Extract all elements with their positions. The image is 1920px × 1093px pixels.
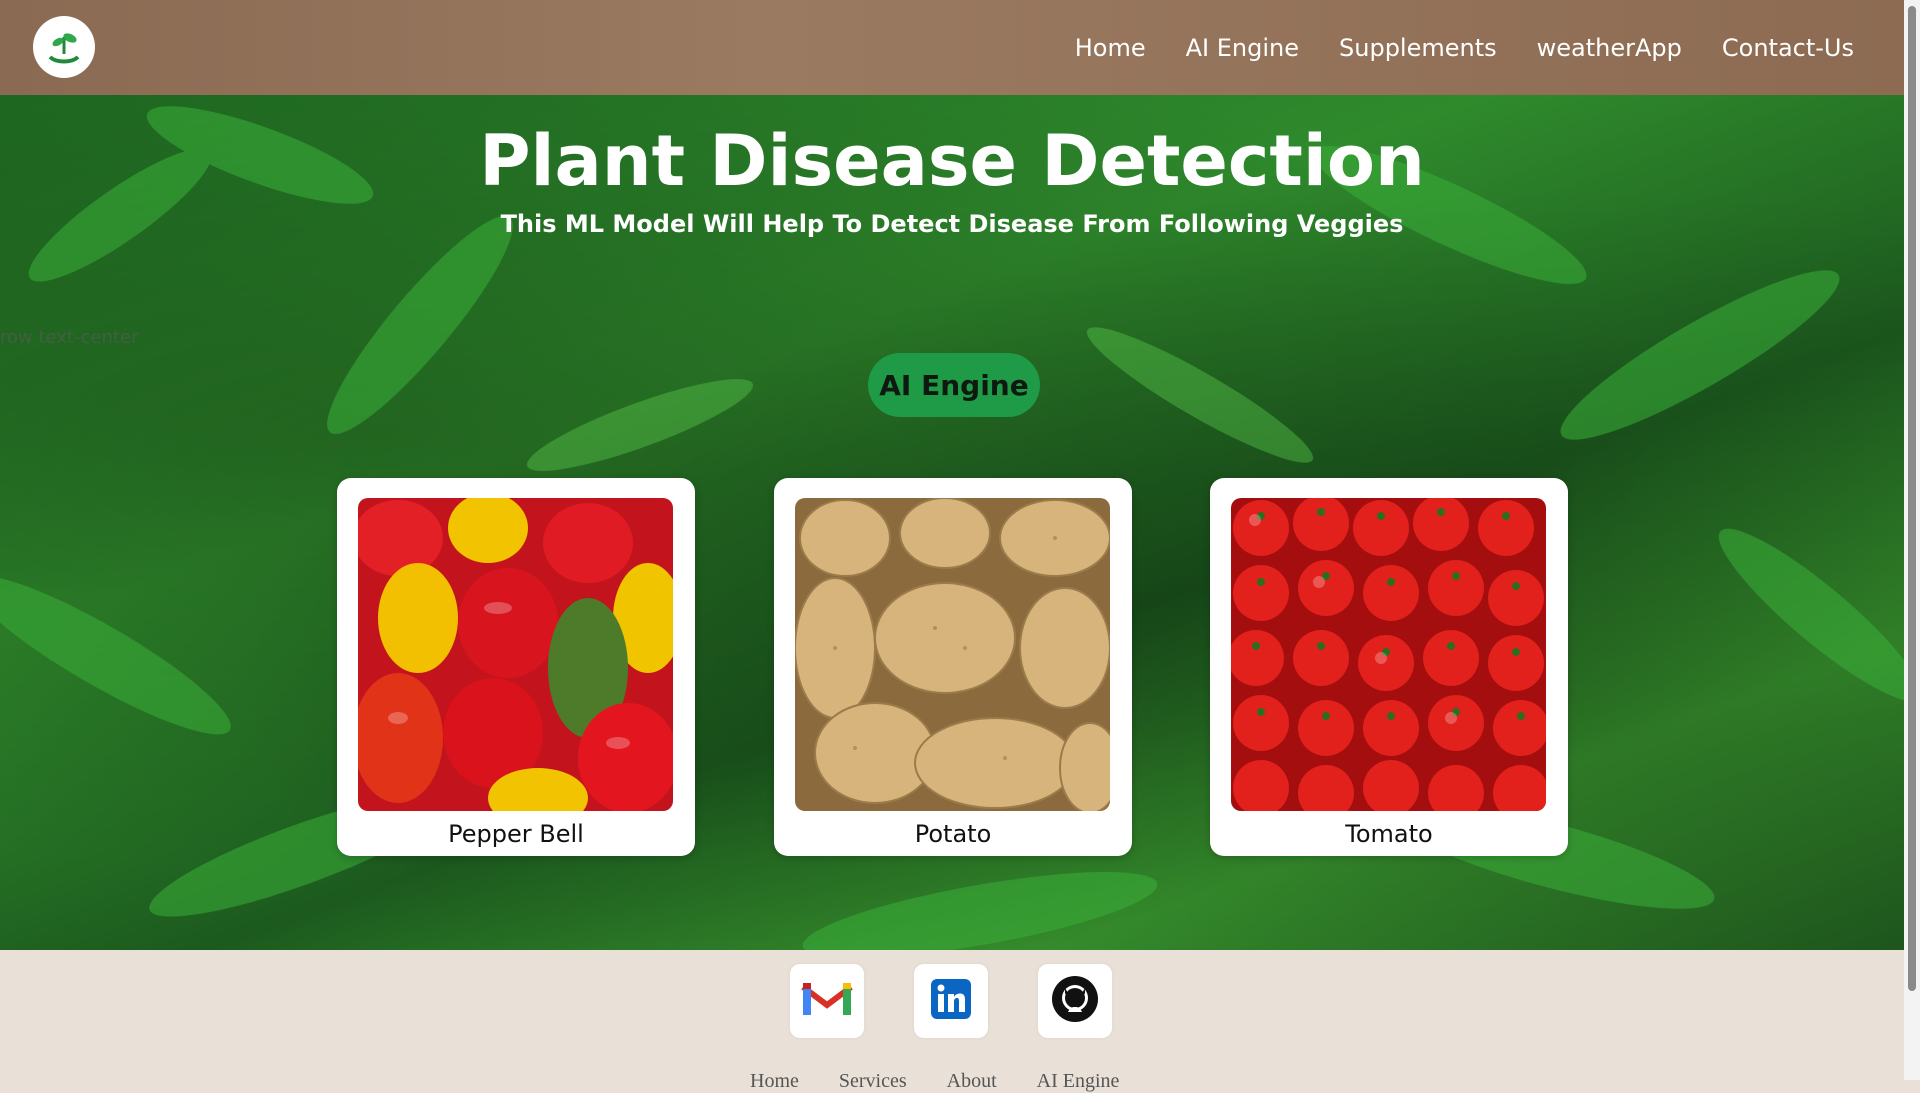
nav-weatherapp[interactable]: weatherApp bbox=[1537, 34, 1682, 62]
veggie-cards: Pepper Bell Potato Tomato bbox=[0, 478, 1904, 858]
card-tomato[interactable]: Tomato bbox=[1210, 478, 1568, 856]
nav-home[interactable]: Home bbox=[1075, 34, 1146, 62]
footer-link-home[interactable]: Home bbox=[750, 1070, 799, 1093]
card-potato[interactable]: Potato bbox=[774, 478, 1132, 856]
footer-link-services[interactable]: Services bbox=[839, 1070, 907, 1093]
gmail-link[interactable] bbox=[790, 964, 864, 1038]
potatoes-image bbox=[795, 498, 1110, 811]
social-links bbox=[790, 964, 1162, 1038]
nav-supplements[interactable]: Supplements bbox=[1339, 34, 1497, 62]
linkedin-link[interactable] bbox=[914, 964, 988, 1038]
nav-contact-us[interactable]: Contact-Us bbox=[1722, 34, 1854, 62]
footer-link-ai-engine[interactable]: AI Engine bbox=[1037, 1070, 1120, 1093]
scrollbar-thumb[interactable] bbox=[1908, 6, 1916, 991]
card-pepper-bell[interactable]: Pepper Bell bbox=[337, 478, 695, 856]
linkedin-icon bbox=[929, 977, 973, 1025]
footer-links: Home Services About AI Engine bbox=[750, 1070, 1159, 1093]
plant-logo-icon[interactable] bbox=[33, 16, 95, 78]
github-link[interactable] bbox=[1038, 964, 1112, 1038]
gmail-icon bbox=[801, 979, 853, 1023]
hero-section: Plant Disease Detection This ML Model Wi… bbox=[0, 95, 1904, 950]
main-nav: Home AI Engine Supplements weatherApp Co… bbox=[1035, 0, 1854, 95]
github-icon bbox=[1050, 974, 1100, 1028]
ghost-text: row text-center bbox=[0, 327, 139, 348]
footer-link-about[interactable]: About bbox=[947, 1070, 997, 1093]
top-navbar: Home AI Engine Supplements weatherApp Co… bbox=[0, 0, 1904, 95]
nav-ai-engine[interactable]: AI Engine bbox=[1186, 34, 1299, 62]
page-title: Plant Disease Detection bbox=[479, 120, 1425, 202]
ai-engine-button[interactable]: AI Engine bbox=[868, 353, 1040, 417]
footer: Home Services About AI Engine bbox=[0, 950, 1904, 1092]
tomatoes-image bbox=[1231, 498, 1546, 811]
vertical-scrollbar[interactable] bbox=[1904, 0, 1920, 1080]
card-label: Tomato bbox=[1345, 820, 1433, 848]
card-label: Potato bbox=[914, 820, 992, 848]
bell-peppers-image bbox=[358, 498, 673, 811]
page-subtitle: This ML Model Will Help To Detect Diseas… bbox=[500, 210, 1404, 238]
card-label: Pepper Bell bbox=[448, 820, 584, 848]
